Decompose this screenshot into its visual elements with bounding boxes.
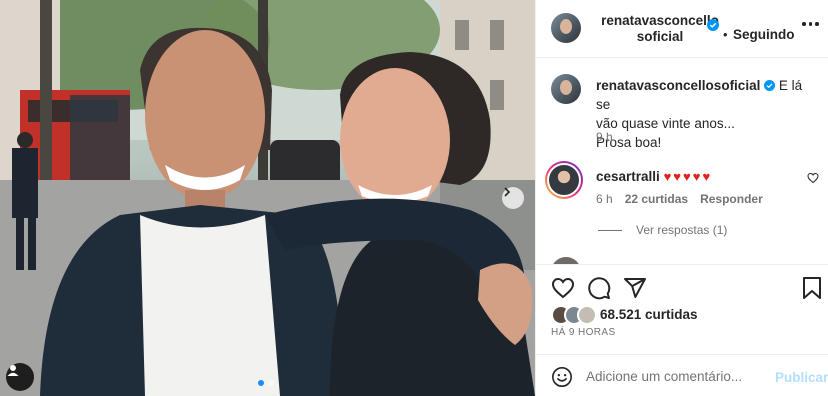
comments-list[interactable]: renatavasconcellosoficial E lá se vão qu… (536, 59, 828, 264)
more-options-icon[interactable] (802, 22, 819, 26)
follow-status-button[interactable]: Seguindo (733, 27, 795, 42)
comment-input[interactable] (586, 364, 766, 388)
comment-icon[interactable] (587, 276, 611, 300)
comment-time: 6 h (596, 192, 613, 206)
comment-composer: Publicar (536, 354, 828, 396)
view-replies-button[interactable]: Ver respostas (1) (598, 223, 727, 237)
carousel-indicator (258, 380, 274, 386)
next-arrow-icon (504, 187, 511, 197)
bookmark-icon[interactable] (802, 276, 822, 300)
publish-button[interactable]: Publicar (775, 370, 828, 385)
caption: renatavasconcellosoficial E lá se vão qu… (596, 76, 816, 152)
comment-body: cesartralli ♥♥♥♥♥ (596, 169, 712, 184)
post-header: renatavasconcello soficial • Seguindo (536, 0, 828, 58)
carousel-dot-2 (268, 380, 274, 386)
caption-text-line2: vão quase vinte anos... (596, 116, 735, 131)
replies-divider (598, 229, 622, 231)
author-username[interactable]: renatavasconcello soficial (596, 13, 724, 45)
post-actions: 68.521 curtidas HÁ 9 HORAS (536, 264, 828, 354)
photo-illustration (0, 0, 535, 396)
caption-username[interactable]: renatavasconcellosoficial (596, 78, 760, 93)
caption-timestamp: 9 h (596, 130, 613, 144)
likes-count[interactable]: 68.521 curtidas (600, 307, 698, 322)
post-time-ago[interactable]: HÁ 9 HORAS (551, 327, 616, 338)
carousel-next-button[interactable] (502, 187, 524, 209)
carousel-dot-1 (258, 380, 264, 386)
next-comment-avatar[interactable] (551, 257, 581, 264)
commenter-username[interactable]: cesartralli (596, 169, 660, 184)
liker-avatars[interactable] (551, 305, 597, 325)
comment-likes[interactable]: 22 curtidas (625, 192, 688, 206)
emoji-icon[interactable] (551, 366, 573, 388)
caption-author-avatar[interactable] (551, 74, 581, 104)
share-icon[interactable] (623, 276, 647, 300)
tag-people-icon (7, 365, 19, 376)
comment-meta: 6 h 22 curtidas Responder (596, 192, 763, 206)
separator-dot: • (723, 27, 728, 42)
post-photo[interactable] (0, 0, 535, 396)
view-replies-label: Ver respostas (1) (636, 223, 728, 237)
comment-like-heart-icon[interactable] (807, 172, 819, 184)
tag-people-button[interactable] (6, 363, 34, 391)
comment-text: ♥♥♥♥♥ (663, 169, 713, 184)
commenter-avatar[interactable] (545, 161, 583, 199)
heart-icon[interactable] (551, 276, 575, 300)
verified-badge-icon (764, 80, 776, 91)
liker-avatar-3 (577, 305, 597, 325)
post-sidebar: renatavasconcello soficial • Seguindo re… (535, 0, 828, 396)
verified-badge-icon (707, 19, 719, 31)
reply-button[interactable]: Responder (700, 192, 763, 206)
author-avatar[interactable] (551, 13, 581, 43)
